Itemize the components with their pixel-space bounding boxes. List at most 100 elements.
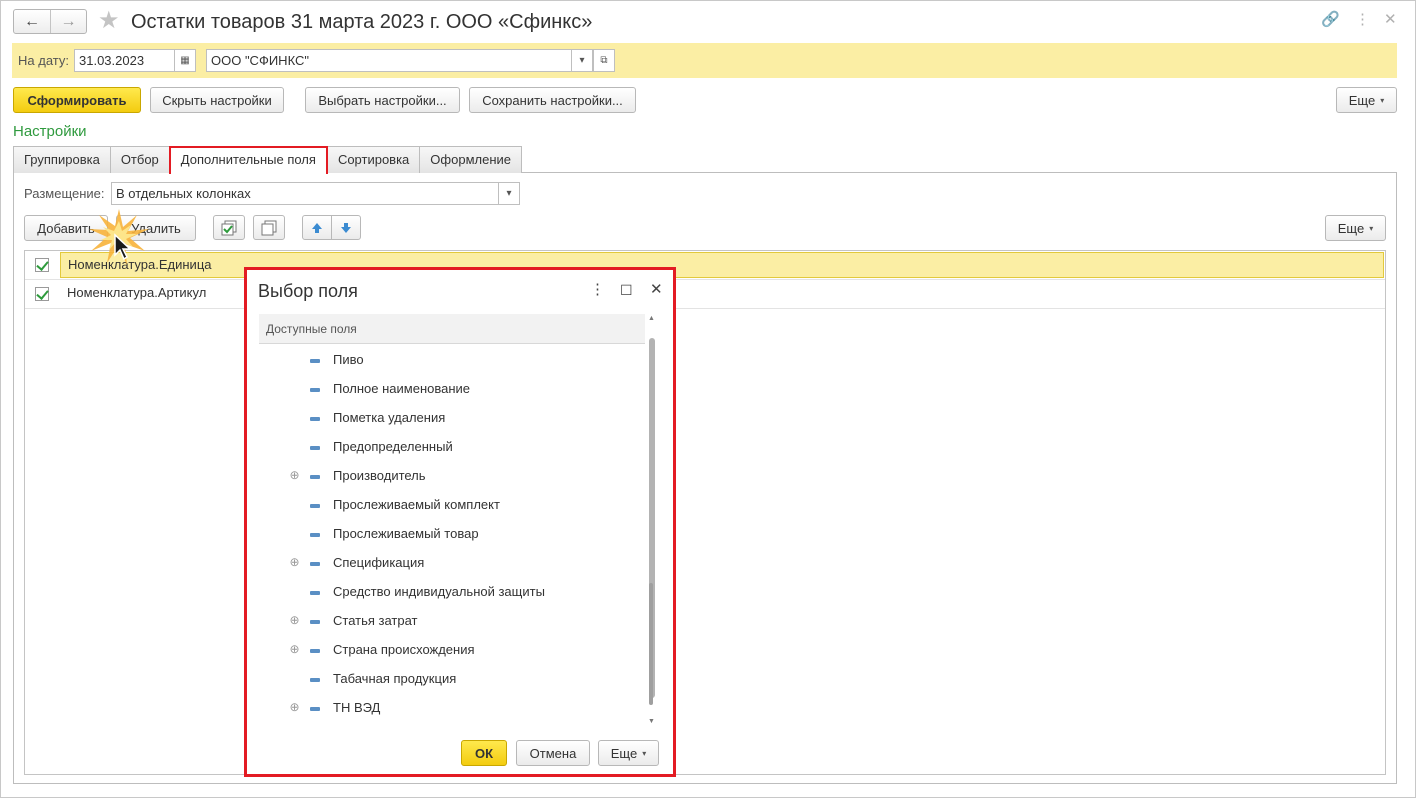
- dialog-close-icon[interactable]: ✕: [650, 280, 663, 300]
- ok-button[interactable]: ОК: [461, 740, 507, 766]
- tree-item-label: Страна происхождения: [333, 642, 475, 657]
- tree-item[interactable]: ⊕ Спецификация: [259, 549, 645, 578]
- chevron-down-icon: ▾: [1369, 223, 1374, 233]
- list-more-button[interactable]: Еще ▾: [1325, 215, 1386, 241]
- more-button-label: Еще: [1348, 92, 1376, 108]
- tree-item[interactable]: ⊕ ТН ВЭД: [259, 694, 645, 723]
- tree-item[interactable]: Прослеживаемый товар: [259, 520, 645, 549]
- move-down-button[interactable]: [331, 215, 361, 240]
- choose-settings-button[interactable]: Выбрать настройки...: [305, 87, 460, 113]
- tree-item-label: Спецификация: [333, 555, 425, 570]
- check-all-icon: [221, 220, 237, 235]
- more-icon[interactable]: ⋮: [1355, 11, 1370, 29]
- tree-item[interactable]: Предопределенный: [259, 433, 645, 462]
- tree-item-label: Прослеживаемый товар: [333, 526, 479, 541]
- arrow-down-icon: [341, 222, 351, 233]
- placement-dropdown-button[interactable]: ▾: [498, 182, 520, 205]
- save-settings-button[interactable]: Сохранить настройки...: [469, 87, 636, 113]
- field-icon: [310, 678, 320, 682]
- dialog-more-icon[interactable]: ⋮: [590, 280, 605, 300]
- dialog-more-button[interactable]: Еще ▾: [598, 740, 659, 766]
- field-icon: [310, 649, 320, 653]
- settings-tabs: Группировка Отбор Дополнительные поля Со…: [13, 146, 522, 174]
- hide-settings-button[interactable]: Скрыть настройки: [150, 87, 284, 113]
- tree-item[interactable]: Полное наименование: [259, 375, 645, 404]
- tab-additional-fields[interactable]: Дополнительные поля: [168, 146, 328, 174]
- expand-icon[interactable]: ⊕: [289, 643, 300, 655]
- list-item[interactable]: Номенклатура.Артикул: [25, 280, 1385, 309]
- field-icon: [310, 388, 320, 392]
- chevron-down-icon: ▾: [579, 55, 585, 66]
- window-title: Остатки товаров 31 марта 2023 г. ООО «Сф…: [131, 11, 593, 33]
- list-item[interactable]: Номенклатура.Единица: [25, 251, 1385, 280]
- scroll-up-icon[interactable]: ▲: [648, 315, 655, 322]
- checkbox[interactable]: [35, 258, 49, 272]
- maximize-icon[interactable]: ☐: [620, 280, 633, 300]
- uncheck-all-button[interactable]: [253, 215, 285, 240]
- expand-icon[interactable]: ⊕: [289, 556, 300, 568]
- cancel-button[interactable]: Отмена: [516, 740, 590, 766]
- favorite-star-icon[interactable]: ★: [98, 7, 120, 35]
- tree-item-label: ТН ВЭД: [333, 700, 381, 715]
- additional-fields-list: Номенклатура.Единица Номенклатура.Артику…: [24, 250, 1386, 775]
- calendar-icon: ▦: [180, 55, 190, 66]
- tab-appearance[interactable]: Оформление: [419, 146, 522, 173]
- field-icon: [310, 591, 320, 595]
- arrow-left-icon: ←: [24, 12, 40, 30]
- tab-sorting[interactable]: Сортировка: [326, 146, 421, 173]
- expand-icon[interactable]: ⊕: [289, 469, 300, 481]
- field-icon: [310, 707, 320, 711]
- tree-item-label: Статья затрат: [333, 613, 418, 628]
- tree-item-label: Пиво: [333, 352, 364, 367]
- tree-item[interactable]: ⊕ Страна происхождения: [259, 636, 645, 665]
- chevron-down-icon: ▾: [506, 188, 512, 199]
- inner-scroll-thumb[interactable]: [649, 583, 653, 705]
- tree-item[interactable]: Пометка удаления: [259, 404, 645, 433]
- scroll-down-icon[interactable]: ▼: [648, 718, 655, 725]
- checkbox[interactable]: [35, 287, 49, 301]
- tree-item[interactable]: Средство индивидуальной защиты: [259, 578, 645, 607]
- check-all-button[interactable]: [213, 215, 245, 240]
- tab-filter[interactable]: Отбор: [109, 146, 170, 173]
- organization-open-button[interactable]: ⧉: [593, 49, 615, 72]
- date-field[interactable]: 31.03.2023: [74, 49, 175, 72]
- back-button[interactable]: ←: [14, 10, 50, 33]
- organization-dropdown-button[interactable]: ▾: [571, 49, 593, 72]
- field-icon: [310, 533, 320, 537]
- tree-item-label: Полное наименование: [333, 381, 471, 396]
- tree-item-label: Табачная продукция: [333, 671, 457, 686]
- tree-item[interactable]: Прослеживаемый комплект: [259, 491, 645, 520]
- chevron-down-icon: ▾: [1380, 95, 1385, 105]
- close-icon[interactable]: ✕: [1384, 11, 1397, 29]
- field-icon: [310, 359, 320, 363]
- open-icon: ⧉: [600, 55, 608, 66]
- chevron-down-icon: ▾: [642, 748, 647, 758]
- tree-item[interactable]: ⊕ Статья затрат: [259, 607, 645, 636]
- tree-item-label: Производитель: [333, 468, 426, 483]
- tree-item[interactable]: Табачная продукция: [259, 665, 645, 694]
- expand-icon[interactable]: ⊕: [289, 614, 300, 626]
- tree-item[interactable]: ⊕ Производитель: [259, 462, 645, 491]
- move-up-button[interactable]: [302, 215, 332, 240]
- field-selection-dialog: Выбор поля ⋮ ☐ ✕ Доступные поля Пиво Полн…: [244, 267, 676, 777]
- tree-item-label: Прослеживаемый комплект: [333, 497, 500, 512]
- dialog-more-label: Еще: [610, 745, 638, 761]
- arrow-right-icon: →: [60, 12, 77, 30]
- list-more-label: Еще: [1337, 220, 1365, 236]
- placement-field[interactable]: В отдельных колонках: [111, 182, 499, 205]
- organization-field[interactable]: ООО "СФИНКС": [206, 49, 572, 72]
- field-icon: [310, 417, 320, 421]
- settings-title: Настройки: [13, 123, 87, 140]
- forward-button[interactable]: →: [50, 10, 86, 33]
- filter-bar: На дату: 31.03.2023 ▦ ООО "СФИНКС" ▾ ⧉: [12, 43, 1397, 78]
- generate-button[interactable]: Сформировать: [13, 87, 141, 113]
- placement-label: Размещение:: [24, 186, 105, 201]
- link-icon[interactable]: 🔗: [1321, 11, 1340, 29]
- expand-icon[interactable]: ⊕: [289, 701, 300, 713]
- calendar-button[interactable]: ▦: [174, 49, 196, 72]
- tree-item[interactable]: Пиво: [259, 346, 645, 375]
- more-menu-button[interactable]: Еще ▾: [1336, 87, 1397, 113]
- tab-grouping[interactable]: Группировка: [13, 146, 111, 173]
- tree-header: Доступные поля: [259, 314, 645, 344]
- available-fields-tree: Доступные поля Пиво Полное наименование По…: [259, 314, 645, 731]
